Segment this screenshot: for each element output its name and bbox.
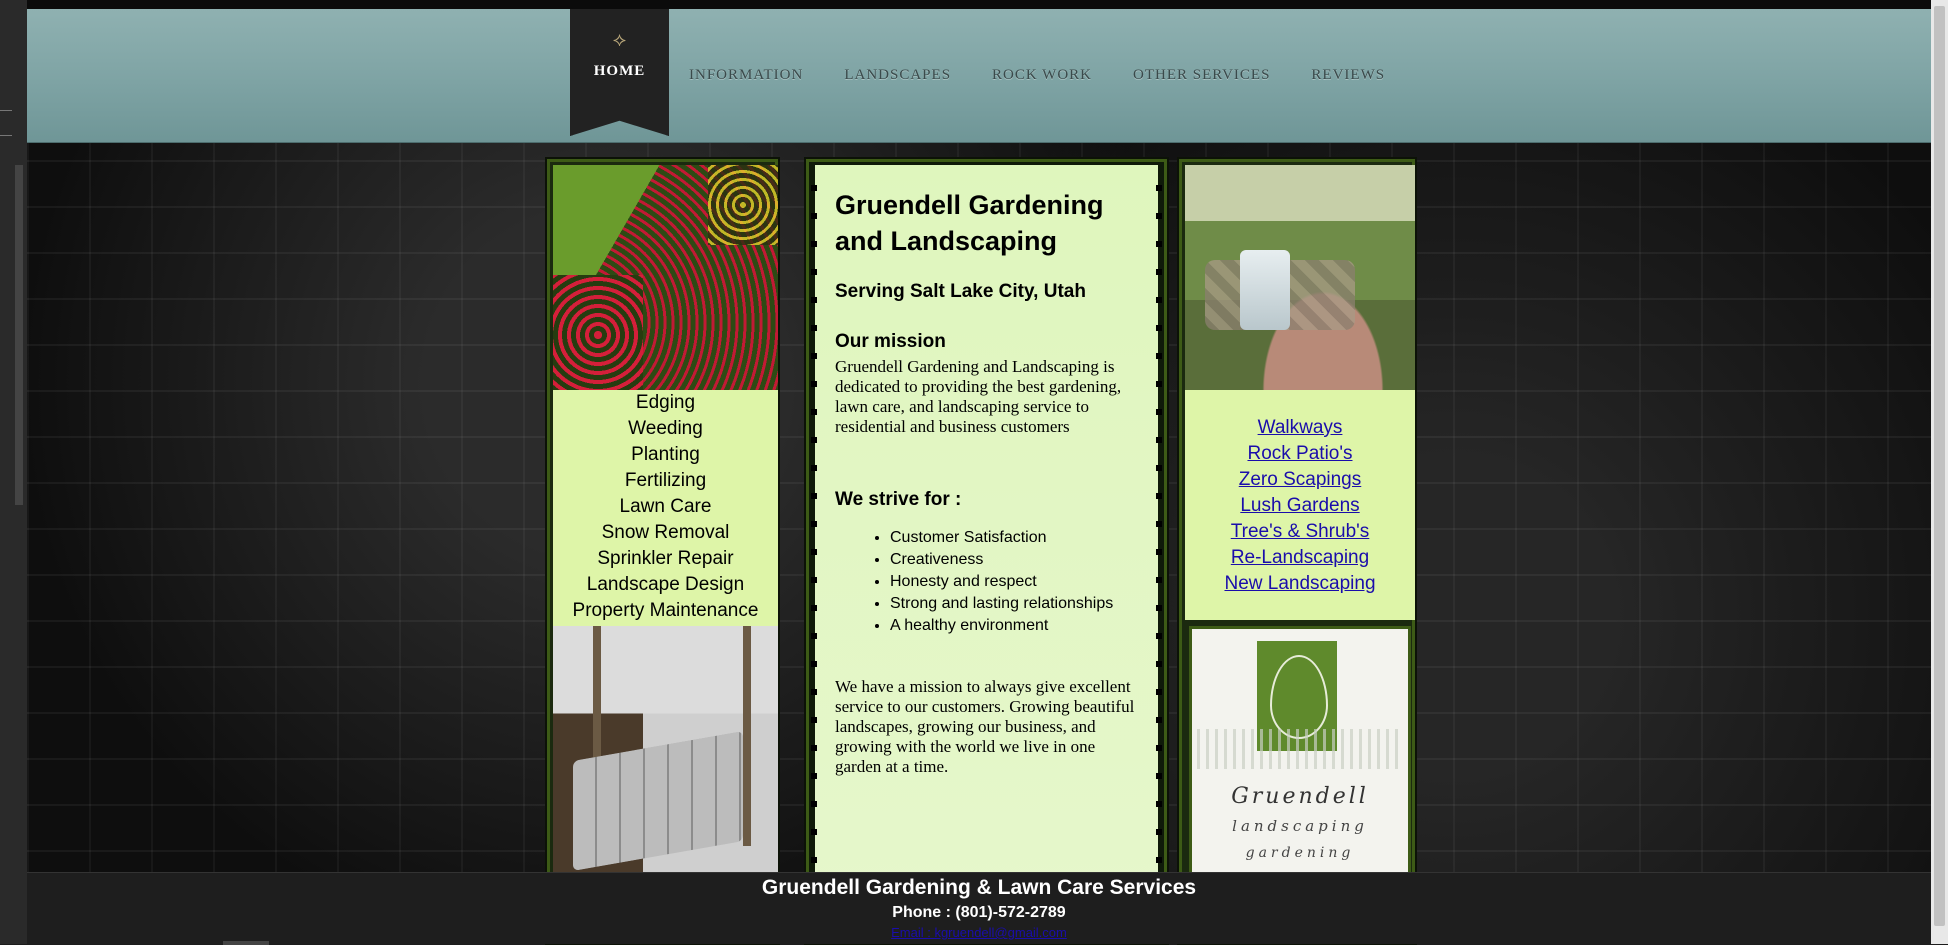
nav-other-services[interactable]: OTHER SERVICES [1133,67,1270,84]
footer-company: Gruendell Gardening & Lawn Care Services [761,876,1197,899]
logo-line-gardening: gardening [1245,845,1355,861]
link-new-landscaping[interactable]: New Landscaping [1185,571,1415,597]
nav-home-tab[interactable]: ⟡ HOME [570,9,669,136]
link-zero-scapings[interactable]: Zero Scapings [1185,467,1415,493]
retaining-wall-photo [553,626,778,876]
vertical-scrollbar[interactable] [1931,0,1948,944]
dotted-border [811,185,817,941]
site-header: ⟡ HOME INFORMATION LANDSCAPES ROCK WORK … [27,9,1931,143]
waterfall-photo [1185,165,1415,390]
services-list: Edging Weeding Planting Fertilizing Lawn… [553,390,778,626]
site-footer: Gruendell Gardening & Lawn Care Services… [27,872,1931,945]
waterfall [1240,250,1290,330]
list-item: Creativeness [890,549,1138,571]
page-subtitle: Serving Salt Lake City, Utah [835,281,1086,302]
mission-text: Gruendell Gardening and Landscaping is d… [835,357,1122,436]
footer-scroll-indicator [223,941,269,945]
nav-home-label: HOME [593,63,646,79]
list-item: Strong and lasting relationships [890,593,1138,615]
closing-text: We have a mission to always give excelle… [835,677,1135,776]
footer-email-link[interactable]: Email : kgruendell@gmail.com [27,925,1931,940]
gutter-tick [0,135,12,136]
gutter-bar [15,165,23,505]
flower-bed-photo [553,165,778,390]
logo-trees [1197,729,1402,769]
strive-heading: We strive for : [835,489,962,510]
service-item: Snow Removal [601,522,730,543]
list-item: Customer Satisfaction [890,527,1138,549]
main-nav: ⟡ HOME INFORMATION LANDSCAPES ROCK WORK … [570,9,1385,142]
service-item: Property Maintenance [572,600,759,621]
service-item: Fertilizing [624,470,707,491]
services-links: Walkways Rock Patio's Zero Scapings Lush… [1185,390,1415,620]
link-walkways[interactable]: Walkways [1185,415,1415,441]
main-content-column: Gruendell Gardening and Landscaping Serv… [806,159,1167,944]
flourish-icon: ⟡ [612,27,627,51]
service-item: Lawn Care [619,496,712,517]
top-strip [27,0,1931,9]
service-item: Landscape Design [586,574,745,595]
gutter-tick [0,110,12,111]
nav-information[interactable]: INFORMATION [689,67,803,84]
main-content: Gruendell Gardening and Landscaping Serv… [811,165,1162,941]
link-trees-shrubs[interactable]: Tree's & Shrub's [1185,519,1415,545]
tree-trunk [743,626,751,846]
service-item: Weeding [628,418,703,439]
scrollbar-thumb[interactable] [1934,6,1945,926]
service-item: Planting [631,444,700,465]
company-logo: Gruendell landscaping gardening [1189,626,1411,876]
link-rock-patios[interactable]: Rock Patio's [1185,441,1415,467]
nav-reviews[interactable]: REVIEWS [1311,67,1385,84]
link-lush-gardens[interactable]: Lush Gardens [1185,493,1415,519]
service-item: Edging [635,392,696,413]
mission-heading: Our mission [835,331,946,352]
left-column: Edging Weeding Planting Fertilizing Lawn… [547,159,778,944]
logo-brand-name: Gruendell [1231,784,1369,809]
page-title: Gruendell Gardening and Landscaping [835,190,1104,256]
logo-line-landscaping: landscaping [1232,817,1368,835]
dotted-border [1156,185,1162,941]
service-item: Sprinkler Repair [597,548,734,569]
nav-rock-work[interactable]: ROCK WORK [992,67,1092,84]
browser-left-gutter [0,0,28,944]
right-column: Walkways Rock Patio's Zero Scapings Lush… [1179,159,1415,944]
link-re-landscaping[interactable]: Re-Landscaping [1185,545,1415,571]
list-item: A healthy environment [890,615,1138,637]
nav-landscapes[interactable]: LANDSCAPES [844,67,951,84]
list-item: Honesty and respect [890,571,1138,593]
strive-list: Customer Satisfaction Creativeness Hones… [835,527,1138,637]
page-background: ⟡ HOME INFORMATION LANDSCAPES ROCK WORK … [27,9,1931,944]
footer-phone: Phone : (801)-572-2789 [892,904,1066,921]
